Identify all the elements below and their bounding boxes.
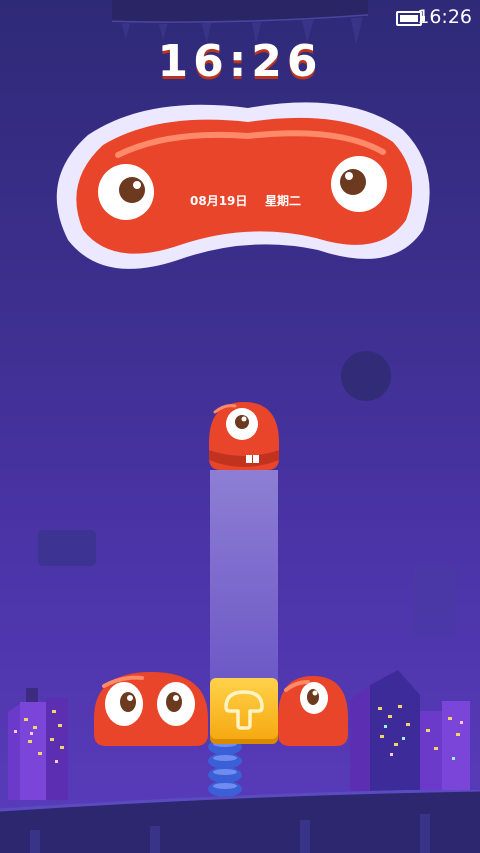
left-eye-icon (98, 164, 154, 220)
monster-right[interactable] (276, 672, 350, 750)
city-skyline-right (350, 670, 470, 800)
clock-badge (56, 102, 430, 269)
mushroom-arrow-icon (224, 690, 264, 730)
background-block (413, 566, 456, 638)
eye-icon (105, 682, 143, 726)
monster-left[interactable] (92, 668, 210, 750)
right-eye-icon (331, 156, 387, 212)
lockscreen-clock-time: 16:26 (157, 36, 323, 87)
floor (0, 790, 480, 853)
status-bar: 16:26 (0, 0, 480, 36)
lockscreen-weekday: 星期二 (265, 194, 302, 208)
status-bar-time: 16:26 (417, 6, 472, 28)
city-skyline-left (8, 688, 68, 800)
background-block (38, 530, 96, 566)
light-beam (210, 470, 278, 682)
unlock-button[interactable] (210, 678, 278, 744)
eye-icon (300, 682, 328, 714)
background-bubble (341, 351, 391, 401)
lockscreen-date: 08月19日 (190, 194, 248, 208)
eye-icon (157, 682, 195, 726)
floating-monster[interactable] (205, 398, 283, 476)
